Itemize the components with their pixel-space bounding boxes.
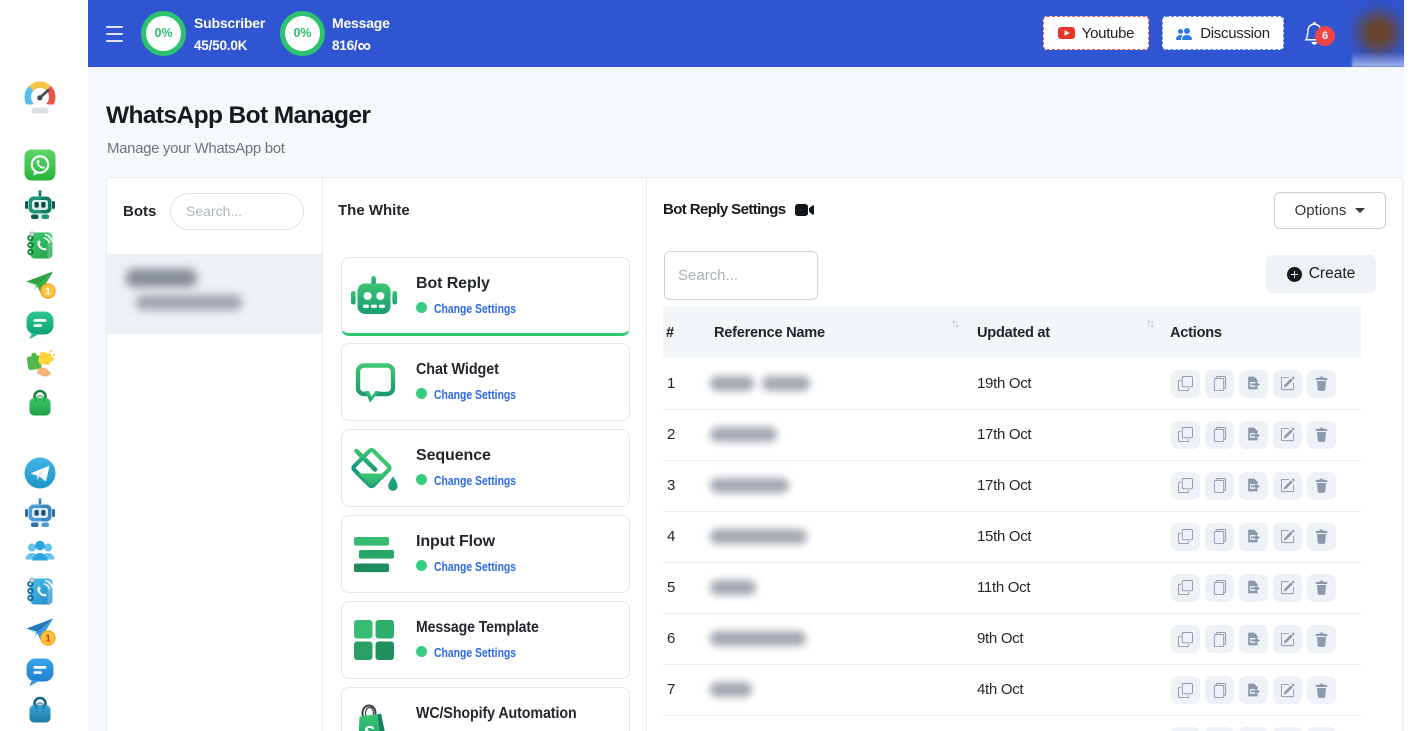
svg-text:1: 1: [45, 634, 51, 645]
svg-text:1: 1: [45, 287, 51, 298]
svg-text:S: S: [363, 723, 376, 731]
